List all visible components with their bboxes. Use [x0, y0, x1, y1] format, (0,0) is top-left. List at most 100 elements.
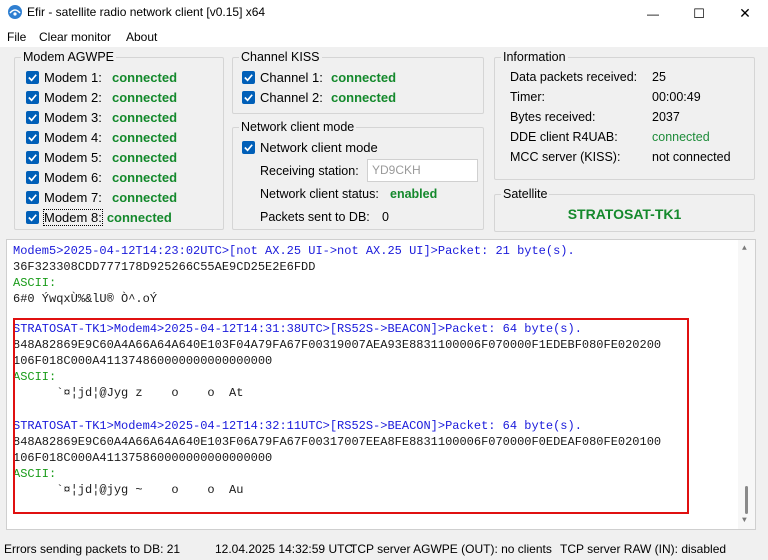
log-line: 106F018C000A411374860000000000000000: [13, 354, 273, 368]
channel-2-status: connected: [331, 89, 397, 105]
modem-8-checkbox-label: Modem 8:: [43, 208, 103, 226]
modem-5-checkbox-status: connected: [112, 149, 178, 165]
channel-2-checkbox[interactable]: Channel 2: connected: [242, 88, 396, 106]
network-client-legend: Network client mode: [241, 120, 355, 134]
info-value: 00:00:49: [652, 90, 701, 104]
checkbox-checked-icon: [26, 90, 39, 104]
modem-7-checkbox[interactable]: Modem 7: connected: [26, 188, 177, 206]
checkbox-checked-icon: [26, 70, 39, 84]
log-line: 36F323308CDD777178D925266C55AE9CD25E2E6F…: [13, 260, 316, 274]
modem-4-checkbox-label: Modem 4:: [44, 129, 102, 145]
window-title: Efir - satellite radio network client [v…: [27, 5, 266, 19]
log-line: ASCII:: [13, 467, 57, 481]
info-value: 2037: [652, 110, 680, 124]
channel-2-label: Channel 2:: [260, 89, 323, 105]
checkbox-checked-icon: [26, 210, 39, 224]
modem-5-checkbox[interactable]: Modem 5: connected: [26, 148, 177, 166]
channel-1-status: connected: [331, 69, 397, 85]
log-line: STRATOSAT-TK1>Modem4>2025-04-12T14:31:38…: [13, 322, 582, 336]
log-line: `¤¦jd¦@jyg ~ o o Au: [13, 483, 244, 497]
modem-6-checkbox-status: connected: [112, 169, 178, 185]
modem-1-checkbox-status: connected: [112, 69, 178, 85]
receiving-station-label: Receiving station:: [260, 164, 359, 178]
modem-2-checkbox-label: Modem 2:: [44, 89, 102, 105]
status-agwpe-server: TCP server AGWPE (OUT): no clients: [350, 542, 552, 556]
packets-sent-value: 0: [382, 210, 389, 224]
log-line: Modem5>2025-04-12T14:23:02UTC>[not AX.25…: [13, 244, 575, 258]
modem-8-checkbox[interactable]: Modem 8: connected: [26, 208, 172, 226]
info-value: connected: [652, 130, 710, 144]
packets-sent-label: Packets sent to DB:: [260, 210, 370, 224]
info-value: not connected: [652, 150, 731, 164]
scroll-up-icon[interactable]: ▲: [742, 244, 747, 253]
modem-7-checkbox-label: Modem 7:: [44, 189, 102, 205]
modem-2-checkbox[interactable]: Modem 2: connected: [26, 88, 177, 106]
modem-8-checkbox-status: connected: [106, 209, 172, 225]
info-label: Bytes received:: [510, 110, 596, 124]
modem-3-checkbox[interactable]: Modem 3: connected: [26, 108, 177, 126]
channel-kiss-legend: Channel KISS: [241, 50, 320, 64]
log-line: 6#0 ÝwqxÙ%&lU® Ò^.oÝ: [13, 292, 158, 306]
checkbox-checked-icon: [26, 110, 39, 124]
log-line: STRATOSAT-TK1>Modem4>2025-04-12T14:32:11…: [13, 419, 582, 433]
status-raw-server: TCP server RAW (IN): disabled: [560, 542, 727, 556]
modem-7-checkbox-status: connected: [112, 189, 178, 205]
modem-1-checkbox[interactable]: Modem 1: connected: [26, 68, 177, 86]
status-errors: Errors sending packets to DB: 21: [4, 542, 181, 556]
info-label: MCC server (KISS):: [510, 150, 621, 164]
checkbox-checked-icon: [26, 170, 39, 184]
app-icon: [8, 5, 22, 19]
checkbox-checked-icon: [242, 140, 255, 154]
modem-1-checkbox-label: Modem 1:: [44, 69, 102, 85]
checkbox-checked-icon: [242, 90, 255, 104]
monitor-log[interactable]: Modem5>2025-04-12T14:23:02UTC>[not AX.25…: [6, 239, 756, 530]
minimize-icon: —: [647, 6, 659, 21]
receiving-station-input[interactable]: YD9CKH: [367, 159, 478, 182]
modem-6-checkbox[interactable]: Modem 6: connected: [26, 168, 177, 186]
modem-6-checkbox-label: Modem 6:: [44, 169, 102, 185]
status-datetime: 12.04.2025 14:32:59 UTC: [215, 542, 354, 556]
scroll-down-icon[interactable]: ▼: [742, 516, 747, 525]
channel-1-checkbox[interactable]: Channel 1: connected: [242, 68, 396, 86]
menu-clear-monitor[interactable]: Clear monitor: [39, 30, 111, 44]
network-client-checkbox[interactable]: Network client mode: [242, 138, 378, 156]
close-button[interactable]: ✕: [722, 0, 768, 27]
satellite-legend: Satellite: [503, 187, 548, 201]
channel-1-label: Channel 1:: [260, 69, 323, 85]
log-line: 848A82869E9C60A4A66A64A640E103F06A79FA67…: [13, 435, 662, 449]
info-value: 25: [652, 70, 666, 84]
checkbox-checked-icon: [26, 190, 39, 204]
info-label: Data packets received:: [510, 70, 638, 84]
info-label: DDE client R4UAB:: [510, 130, 618, 144]
maximize-icon: ☐: [693, 5, 705, 21]
modem-agwpe-legend: Modem AGWPE: [23, 50, 114, 64]
information-legend: Information: [503, 50, 566, 64]
modem-2-checkbox-status: connected: [112, 89, 178, 105]
minimize-button[interactable]: —: [630, 0, 676, 27]
log-line: 106F018C000A411375860000000000000000: [13, 451, 273, 465]
modem-5-checkbox-label: Modem 5:: [44, 149, 102, 165]
maximize-button[interactable]: ☐: [676, 0, 722, 27]
network-client-checkbox-label: Network client mode: [260, 139, 378, 155]
scroll-thumb[interactable]: [745, 486, 748, 514]
log-line: ASCII:: [13, 276, 57, 290]
log-scrollbar[interactable]: ▲ ▼: [738, 240, 755, 529]
log-line: 848A82869E9C60A4A66A64A640E103F04A79FA67…: [13, 338, 662, 352]
modem-4-checkbox-status: connected: [112, 129, 178, 145]
title-bar: Efir - satellite radio network client [v…: [0, 0, 768, 27]
menu-bar: File Clear monitor About: [0, 27, 768, 47]
checkbox-checked-icon: [26, 130, 39, 144]
checkbox-checked-icon: [26, 150, 39, 164]
modem-4-checkbox[interactable]: Modem 4: connected: [26, 128, 177, 146]
log-line: ASCII:: [13, 370, 57, 384]
network-status-label: Network client status:: [260, 187, 379, 201]
checkbox-checked-icon: [242, 70, 255, 84]
info-label: Timer:: [510, 90, 545, 104]
menu-file[interactable]: File: [7, 30, 26, 44]
close-icon: ✕: [739, 5, 751, 21]
menu-about[interactable]: About: [126, 30, 157, 44]
modem-3-checkbox-status: connected: [112, 109, 178, 125]
network-status-value: enabled: [390, 187, 438, 201]
log-line: `¤¦jd¦@Jyg z o o At: [13, 386, 244, 400]
status-bar: Errors sending packets to DB: 21 12.04.2…: [0, 537, 768, 560]
